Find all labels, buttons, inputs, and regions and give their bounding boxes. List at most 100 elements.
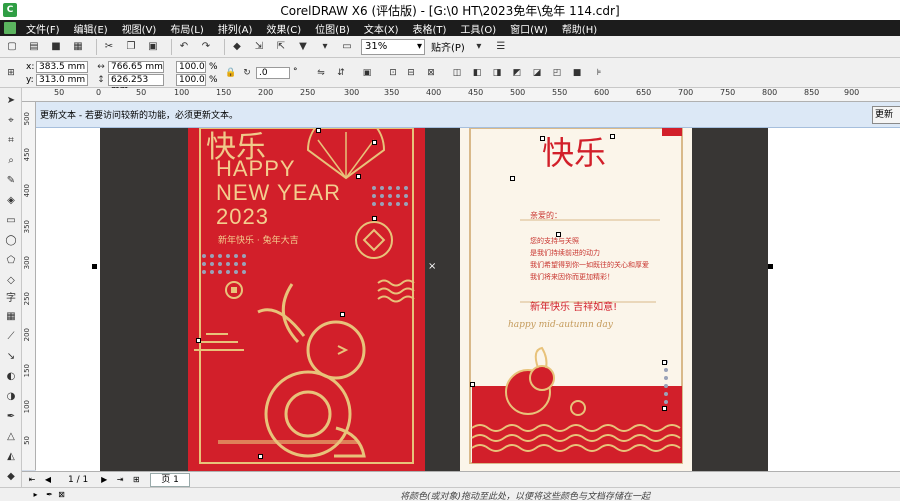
page-tab-1[interactable]: 页 1 — [150, 472, 190, 487]
previous-page-icon[interactable]: ◀ — [42, 474, 54, 486]
scale-height-field[interactable]: 100.0 — [176, 74, 206, 86]
trim-icon[interactable]: ◧ — [470, 66, 484, 80]
align-distribute-icon[interactable]: ⊧ — [592, 66, 606, 80]
menu-table[interactable]: 表格(T) — [413, 21, 447, 36]
selection-handle-right[interactable] — [768, 264, 773, 269]
basic-shapes-icon[interactable]: ◇ — [4, 274, 18, 288]
node-handle[interactable] — [372, 140, 377, 145]
zoom-level-select[interactable]: 31% ▾ — [361, 38, 425, 55]
scale-width-field[interactable]: 100.0 — [176, 61, 206, 73]
menu-window[interactable]: 窗口(W) — [510, 21, 548, 36]
new-document-icon[interactable]: ▢ — [4, 39, 20, 55]
export-icon[interactable]: ⇱ — [273, 39, 289, 55]
x-position-field[interactable]: 383.5 mm — [36, 61, 88, 73]
menu-file[interactable]: 文件(F) — [26, 21, 60, 36]
node-handle[interactable] — [662, 360, 667, 365]
text-tool-icon[interactable]: 字 — [4, 292, 18, 306]
no-color-icon[interactable]: ⊠ — [56, 489, 67, 500]
card-front[interactable]: 快乐 HAPPY NEW YEAR 2023 新年快乐 · 兔年大吉 — [188, 128, 425, 471]
table-tool-icon[interactable]: ▦ — [4, 310, 18, 324]
snap-to-button[interactable]: 贴齐(P) — [431, 39, 465, 54]
group-icon[interactable]: ▣ — [360, 66, 374, 80]
node-handle[interactable] — [540, 136, 545, 141]
menu-bitmaps[interactable]: 位图(B) — [315, 21, 350, 36]
node-handle[interactable] — [610, 134, 615, 139]
blend-tool-icon[interactable]: ◐ — [4, 370, 18, 384]
ungroup-icon[interactable]: ⊡ — [386, 66, 400, 80]
weld-icon[interactable]: ◫ — [450, 66, 464, 80]
transparency-tool-icon[interactable]: ◑ — [4, 390, 18, 404]
rectangle-tool-icon[interactable]: ▭ — [4, 214, 18, 228]
selection-center-icon[interactable]: × — [428, 261, 436, 272]
crop-tool-icon[interactable]: ⌗ — [4, 134, 18, 148]
combine-icon[interactable]: ⊠ — [424, 66, 438, 80]
next-page-icon[interactable]: ▶ — [98, 474, 110, 486]
node-handle[interactable] — [662, 406, 667, 411]
snap-dropdown-icon[interactable]: ▾ — [471, 39, 487, 55]
menu-effects[interactable]: 效果(C) — [266, 21, 301, 36]
eyedropper-icon[interactable]: ✒ — [44, 489, 55, 500]
node-handle[interactable] — [258, 454, 263, 459]
width-field[interactable]: 766.65 mm — [108, 61, 164, 73]
zoom-tool-icon[interactable]: ⌕ — [4, 154, 18, 168]
options-icon[interactable]: ☰ — [493, 39, 509, 55]
node-handle[interactable] — [356, 174, 361, 179]
document-icon[interactable] — [4, 22, 16, 34]
save-icon[interactable]: ■ — [48, 39, 64, 55]
search-content-icon[interactable]: ◆ — [229, 39, 245, 55]
menu-tools[interactable]: 工具(O) — [460, 21, 496, 36]
drawing-canvas[interactable]: 快乐 HAPPY NEW YEAR 2023 新年快乐 · 兔年大吉 快乐 亲爱… — [36, 128, 900, 471]
print-icon[interactable]: ▦ — [70, 39, 86, 55]
update-text-button[interactable]: 更新 — [872, 106, 900, 124]
mirror-horizontal-icon[interactable]: ⇋ — [314, 66, 328, 80]
play-icon[interactable]: ▸ — [30, 489, 41, 500]
first-page-icon[interactable]: ⇤ — [26, 474, 38, 486]
mirror-vertical-icon[interactable]: ⇵ — [334, 66, 348, 80]
copy-icon[interactable]: ❐ — [123, 39, 139, 55]
dimension-tool-icon[interactable]: ⟋ — [4, 330, 18, 344]
node-handle[interactable] — [556, 232, 561, 237]
last-page-icon[interactable]: ⇥ — [114, 474, 126, 486]
y-position-field[interactable]: 313.0 mm — [36, 74, 88, 86]
lock-ratio-icon[interactable]: 🔒 — [224, 66, 238, 80]
outline-pen-icon[interactable]: △ — [4, 430, 18, 444]
vertical-ruler[interactable]: 500 450 400 350 300 250 200 150 100 50 — [22, 102, 36, 470]
polygon-tool-icon[interactable]: ⬠ — [4, 254, 18, 268]
shape-tool-icon[interactable]: ⌖ — [4, 114, 18, 128]
redo-icon[interactable]: ↷ — [198, 39, 214, 55]
menu-view[interactable]: 视图(V) — [122, 21, 157, 36]
eyedropper-tool-icon[interactable]: ✒ — [4, 410, 18, 424]
cut-icon[interactable]: ✂ — [101, 39, 117, 55]
node-handle[interactable] — [372, 216, 377, 221]
node-handle[interactable] — [510, 176, 515, 181]
add-page-icon[interactable]: ⊞ — [130, 474, 142, 486]
card-back[interactable]: 快乐 亲爱的： 您的支持与关照 是我们持续前进的动力 我们希望得到你一如既往的关… — [460, 128, 692, 471]
rotation-angle-field[interactable]: .0 — [256, 67, 290, 79]
simplify-icon[interactable]: ◩ — [510, 66, 524, 80]
back-minus-front-icon[interactable]: ◰ — [550, 66, 564, 80]
node-handle[interactable] — [340, 312, 345, 317]
freehand-tool-icon[interactable]: ✎ — [4, 174, 18, 188]
fill-tool-icon[interactable]: ◭ — [4, 450, 18, 464]
object-origin-icon[interactable]: ⊞ — [4, 66, 18, 80]
selection-handle-left[interactable] — [92, 264, 97, 269]
menu-edit[interactable]: 编辑(E) — [74, 21, 108, 36]
horizontal-ruler[interactable]: 50 0 50 100 150 200 250 300 350 400 450 … — [22, 88, 900, 102]
pick-tool-icon[interactable]: ➤ — [4, 94, 18, 108]
publish-pdf-icon[interactable]: ▼ — [295, 39, 311, 55]
node-handle[interactable] — [470, 382, 475, 387]
connector-tool-icon[interactable]: ↘ — [4, 350, 18, 364]
node-handle[interactable] — [316, 128, 321, 133]
paste-icon[interactable]: ▣ — [145, 39, 161, 55]
front-minus-back-icon[interactable]: ◪ — [530, 66, 544, 80]
height-field[interactable]: 626.253 mm — [108, 74, 164, 95]
ungroup-all-icon[interactable]: ⊟ — [404, 66, 418, 80]
menu-text[interactable]: 文本(X) — [364, 21, 399, 36]
ellipse-tool-icon[interactable]: ◯ — [4, 234, 18, 248]
menu-help[interactable]: 帮助(H) — [562, 21, 597, 36]
intersect-icon[interactable]: ◨ — [490, 66, 504, 80]
menu-arrange[interactable]: 排列(A) — [218, 21, 253, 36]
interactive-fill-icon[interactable]: ◆ — [4, 470, 18, 484]
menu-layout[interactable]: 布局(L) — [170, 21, 203, 36]
smart-fill-icon[interactable]: ◈ — [4, 194, 18, 208]
